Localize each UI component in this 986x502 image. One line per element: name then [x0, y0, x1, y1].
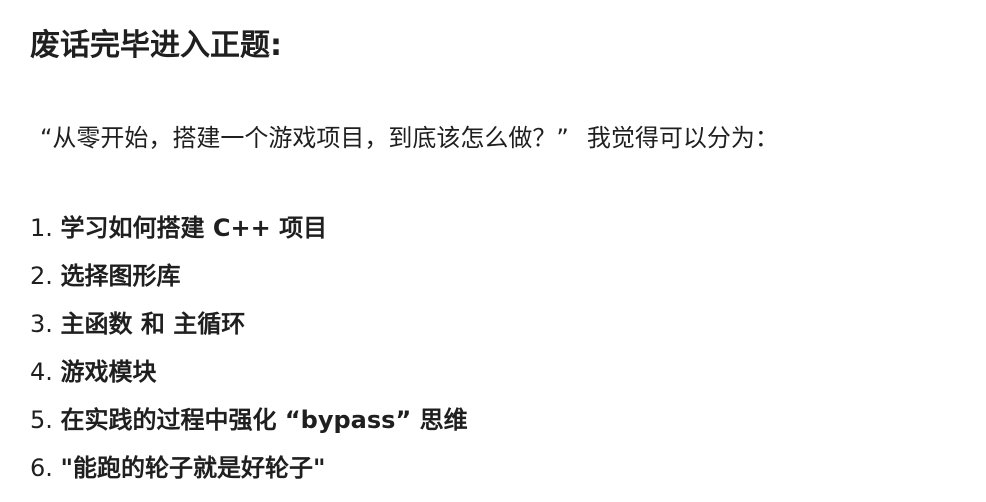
page-heading: 废话完毕进入正题: — [30, 28, 282, 63]
list-item-number: 3. — [30, 310, 53, 338]
list-item-text: 游戏模块 — [60, 358, 157, 386]
intro-paragraph: “从零开始，搭建一个游戏项目，到底该怎么做？” 我觉得可以分为： — [40, 118, 779, 158]
intro-question: “从零开始，搭建一个游戏项目，到底该怎么做？” — [40, 124, 569, 152]
list-item: 5. 在实践的过程中强化 “bypass” 思维 — [30, 400, 468, 448]
list-item-text: 选择图形库 — [60, 262, 181, 290]
list-item: 6. "能跑的轮子就是好轮子" — [30, 448, 468, 496]
list-item: 2. 选择图形库 — [30, 256, 468, 304]
list-item-number: 1. — [30, 214, 53, 242]
list-item-text: 在实践的过程中强化 “bypass” 思维 — [60, 406, 468, 434]
list-item-number: 6. — [30, 454, 53, 482]
list-item-text: 学习如何搭建 C++ 项目 — [60, 214, 328, 242]
list-item-number: 2. — [30, 262, 53, 290]
list-item-number: 4. — [30, 358, 53, 386]
list-item-number: 5. — [30, 406, 53, 434]
list-item: 4. 游戏模块 — [30, 352, 468, 400]
list-item-text: 主函数 和 主循环 — [60, 310, 246, 338]
list-item: 1. 学习如何搭建 C++ 项目 — [30, 208, 468, 256]
list-item-text: "能跑的轮子就是好轮子" — [60, 454, 326, 482]
list-item: 3. 主函数 和 主循环 — [30, 304, 468, 352]
steps-list: 1. 学习如何搭建 C++ 项目 2. 选择图形库 3. 主函数 和 主循环 4… — [30, 208, 468, 496]
intro-answer: 我觉得可以分为： — [586, 124, 779, 152]
